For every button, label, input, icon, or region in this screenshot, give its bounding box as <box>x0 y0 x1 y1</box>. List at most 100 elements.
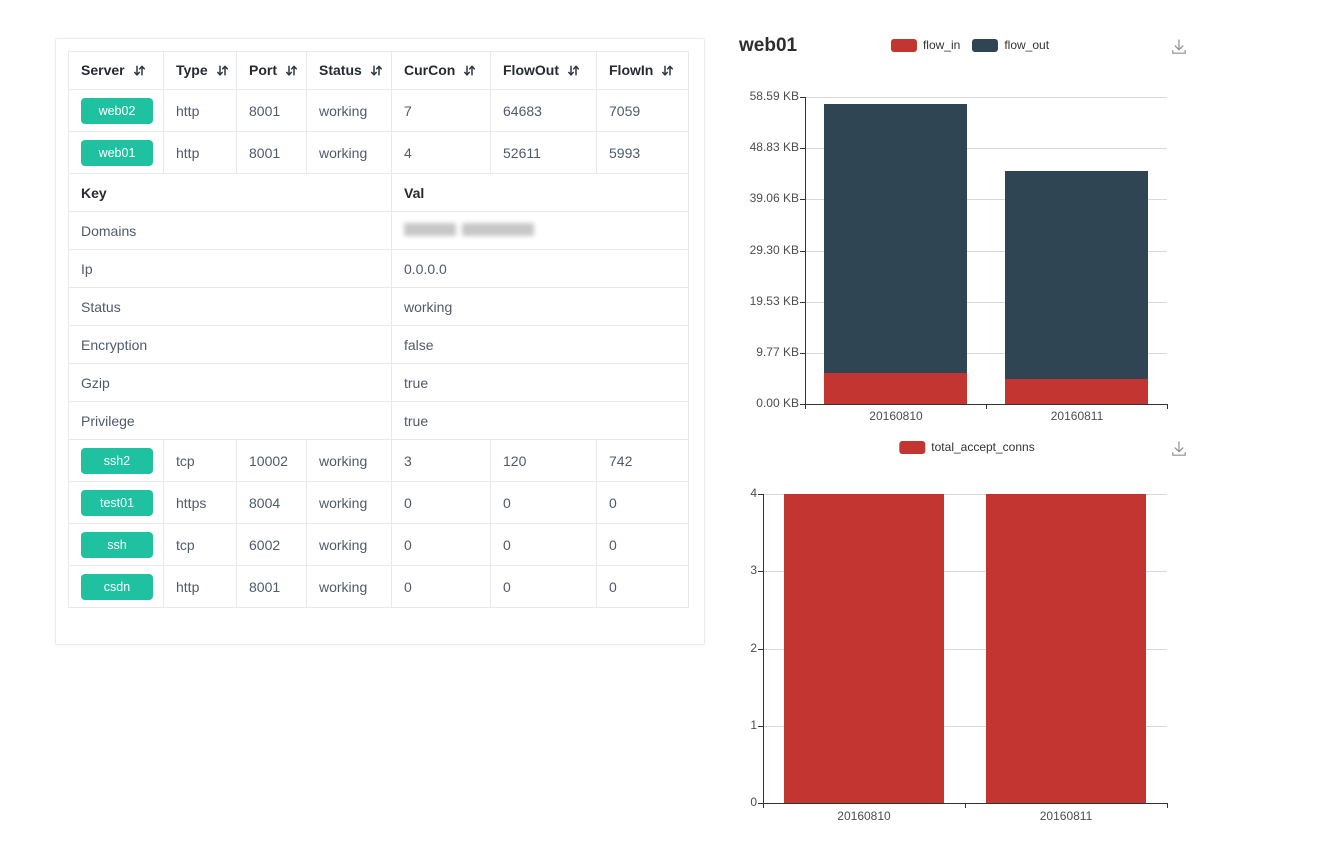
table-cell: 3 <box>392 440 491 482</box>
sort-icon <box>661 64 674 80</box>
x-axis-tick-label: 20160810 <box>804 809 924 823</box>
table-cell: 52611 <box>491 132 597 174</box>
conns-chart: total_accept_conns012342016081020160811 <box>720 0 1339 860</box>
x-axis-tick-label: 20160811 <box>1006 809 1126 823</box>
chart-legend: total_accept_conns <box>899 440 1034 454</box>
server-button-web01[interactable]: web01 <box>81 140 153 166</box>
column-header-type[interactable]: Type <box>164 52 237 90</box>
kv-key: Domains <box>69 212 392 250</box>
table-cell: 64683 <box>491 90 597 132</box>
table-cell: tcp <box>164 524 237 566</box>
y-axis-line <box>763 494 764 803</box>
server-row-ssh: sshtcp6002working000 <box>69 524 689 566</box>
sort-icon <box>285 64 298 80</box>
column-label: CurCon <box>404 62 455 78</box>
kv-row-status: Statusworking <box>69 288 689 326</box>
table-header: Server Type Port Status CurCon FlowOut FlowIn <box>69 52 689 90</box>
column-header-flowout[interactable]: FlowOut <box>491 52 597 90</box>
table-cell: http <box>164 566 237 608</box>
table-cell: 10002 <box>237 440 307 482</box>
x-axis-tick <box>965 803 966 808</box>
server-button-csdn[interactable]: csdn <box>81 574 153 600</box>
kv-val: true <box>392 402 689 440</box>
x-axis-tick <box>763 803 764 808</box>
table-cell: 8001 <box>237 566 307 608</box>
y-axis-tick-label: 2 <box>681 641 757 655</box>
charts-panel: web01flow_inflow_out0.00 KB9.77 KB19.53 … <box>720 0 1339 860</box>
server-button-web02[interactable]: web02 <box>81 98 153 124</box>
kv-row-privilege: Privilegetrue <box>69 402 689 440</box>
table-cell: 5993 <box>597 132 689 174</box>
table-cell: 7059 <box>597 90 689 132</box>
table-cell: 8001 <box>237 132 307 174</box>
column-label: Type <box>176 62 208 78</box>
column-label: Status <box>319 62 362 78</box>
kv-row-ip: Ip0.0.0.0 <box>69 250 689 288</box>
table-cell: http <box>164 90 237 132</box>
table-cell: 6002 <box>237 524 307 566</box>
table-cell: web02 <box>69 90 164 132</box>
save-as-image-icon[interactable] <box>1169 439 1189 459</box>
kv-key: Status <box>69 288 392 326</box>
server-table: ServerTypePortStatusCurConFlowOutFlowIn … <box>68 51 689 608</box>
column-header-server[interactable]: Server <box>69 52 164 90</box>
kv-header-val: Val <box>392 174 689 212</box>
table-cell: working <box>307 440 392 482</box>
server-button-test01[interactable]: test01 <box>81 490 153 516</box>
table-cell: working <box>307 524 392 566</box>
column-header-status[interactable]: Status <box>307 52 392 90</box>
redacted-chunk <box>462 223 534 236</box>
x-axis-tick <box>1167 803 1168 808</box>
table-cell: 0 <box>392 566 491 608</box>
table-cell: web01 <box>69 132 164 174</box>
column-header-curcon[interactable]: CurCon <box>392 52 491 90</box>
table-cell: 8004 <box>237 482 307 524</box>
table-cell: 0 <box>491 482 597 524</box>
page: ServerTypePortStatusCurConFlowOutFlowIn … <box>0 0 1339 860</box>
sort-icon <box>370 64 383 80</box>
column-header-flowin[interactable]: FlowIn <box>597 52 689 90</box>
server-button-ssh2[interactable]: ssh2 <box>81 448 153 474</box>
kv-val: working <box>392 288 689 326</box>
kv-header-key: Key <box>69 174 392 212</box>
column-label: FlowOut <box>503 62 559 78</box>
kv-val: 0.0.0.0 <box>392 250 689 288</box>
kv-val: false <box>392 326 689 364</box>
y-axis-tick-label: 3 <box>681 563 757 577</box>
kv-header-row: KeyVal <box>69 174 689 212</box>
table-cell: csdn <box>69 566 164 608</box>
server-row-web01: web01http8001working4526115993 <box>69 132 689 174</box>
table-cell: 7 <box>392 90 491 132</box>
kv-val: true <box>392 364 689 402</box>
table-cell: 8001 <box>237 90 307 132</box>
kv-key: Encryption <box>69 326 392 364</box>
legend-item-total_accept_conns[interactable]: total_accept_conns <box>899 440 1034 454</box>
kv-row-encryption: Encryptionfalse <box>69 326 689 364</box>
kv-row-domains: Domains <box>69 212 689 250</box>
server-row-web02: web02 http8001working7646837059 <box>69 90 689 132</box>
column-header-port[interactable]: Port <box>237 52 307 90</box>
server-row-test01: test01https8004working000 <box>69 482 689 524</box>
table-cell: working <box>307 90 392 132</box>
server-button-ssh[interactable]: ssh <box>81 532 153 558</box>
table-cell: ssh2 <box>69 440 164 482</box>
table-cell: 0 <box>491 524 597 566</box>
table-cell: working <box>307 482 392 524</box>
column-label: FlowIn <box>609 62 653 78</box>
kv-key: Gzip <box>69 364 392 402</box>
header-row: Server Type Port Status CurCon FlowOut FlowIn <box>69 52 689 90</box>
table-cell: 742 <box>597 440 689 482</box>
table-cell: working <box>307 566 392 608</box>
kv-key: Privilege <box>69 402 392 440</box>
table-cell: 0 <box>491 566 597 608</box>
table-cell: 4 <box>392 132 491 174</box>
y-axis-tick-label: 1 <box>681 718 757 732</box>
table-cell: http <box>164 132 237 174</box>
table-cell: 0 <box>392 482 491 524</box>
kv-val <box>392 212 689 250</box>
table-cell: 120 <box>491 440 597 482</box>
y-axis-tick-label: 4 <box>681 486 757 500</box>
kv-key: Ip <box>69 250 392 288</box>
redacted-value <box>404 223 534 236</box>
bar-total_accept_conns-20160810 <box>784 494 944 803</box>
